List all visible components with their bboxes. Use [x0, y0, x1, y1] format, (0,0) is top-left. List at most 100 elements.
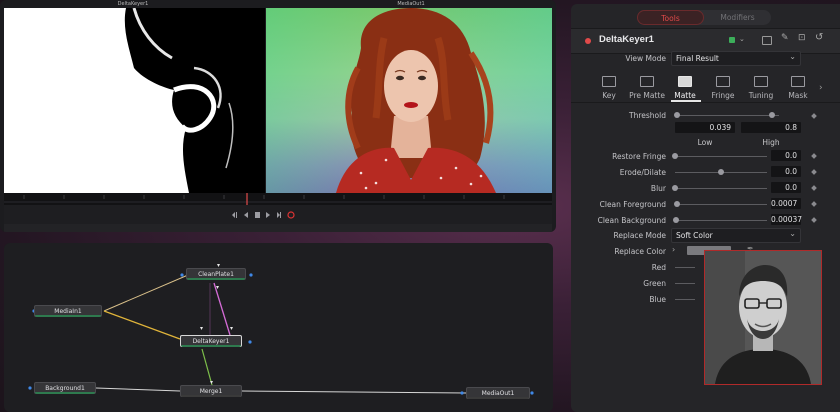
- subtab-key-label: Key: [602, 91, 616, 100]
- clean-background-slider[interactable]: [675, 220, 767, 221]
- mask-icon: [791, 76, 805, 87]
- restore-fringe-label: Restore Fringe: [612, 152, 666, 161]
- erode-dilate-label: Erode/Dilate: [619, 168, 666, 177]
- threshold-low-handle[interactable]: [674, 112, 680, 118]
- final-result-viewer[interactable]: [266, 8, 552, 193]
- red-label: Red: [651, 263, 666, 272]
- version-icon[interactable]: [762, 36, 772, 45]
- restore-fringe-slider-handle[interactable]: [672, 153, 678, 159]
- color-tag-icon[interactable]: [729, 37, 735, 43]
- replace-mode-label: Replace Mode: [613, 231, 667, 240]
- blur-slider[interactable]: [675, 188, 767, 189]
- view-mode-label: View Mode: [625, 54, 666, 63]
- restore-fringe-slider[interactable]: [675, 156, 767, 157]
- clean-foreground-slider[interactable]: [675, 204, 767, 205]
- clean-background-value[interactable]: 0.00037: [771, 214, 802, 225]
- blue-label: Blue: [649, 295, 666, 304]
- node-mediain[interactable]: MediaIn1: [34, 305, 102, 317]
- portrait-image: [336, 8, 496, 193]
- tuning-icon: [754, 76, 768, 87]
- key-icon: [602, 76, 616, 87]
- threshold-high-handle[interactable]: [769, 112, 775, 118]
- threshold-low-value[interactable]: 0.039: [675, 122, 735, 133]
- low-label: Low: [697, 138, 713, 147]
- viewer-panel: DeltaKeyer1 MediaOut1: [0, 0, 556, 232]
- chevron-down-icon[interactable]: ⌄: [739, 35, 745, 43]
- red-slider[interactable]: [675, 267, 695, 268]
- subtab-fringe-label: Fringe: [711, 91, 735, 100]
- matte-viewer[interactable]: [4, 8, 265, 193]
- pin-icon[interactable]: ✎: [781, 33, 789, 43]
- restore-fringe-value[interactable]: 0.0: [771, 150, 801, 161]
- node-cleanplate[interactable]: CleanPlate1: [186, 268, 246, 280]
- blur-value[interactable]: 0.0: [771, 182, 801, 193]
- viewer-left-title: DeltaKeyer1: [117, 1, 149, 7]
- replace-color-label: Replace Color: [614, 247, 666, 256]
- view-mode-value: Final Result: [676, 54, 719, 63]
- replace-mode-value: Soft Color: [676, 231, 713, 240]
- blur-slider-handle[interactable]: [672, 185, 678, 191]
- threshold-keyframe-icon[interactable]: [811, 113, 817, 119]
- threshold-high-value[interactable]: 0.8: [741, 122, 801, 133]
- chevron-right-icon[interactable]: ›: [819, 83, 823, 93]
- clean-background-label: Clean Background: [597, 216, 666, 225]
- high-label: High: [762, 138, 780, 147]
- erode-dilate-value[interactable]: 0.0: [771, 166, 801, 177]
- subtab-mask[interactable]: Mask: [776, 76, 820, 100]
- erode-dilate-slider-handle[interactable]: [718, 169, 724, 175]
- matte-icon: [678, 76, 692, 87]
- subtab-matte-label: Matte: [674, 91, 696, 100]
- view-mode-dropdown[interactable]: Final Result ⌄: [671, 51, 801, 66]
- erode-dilate-keyframe-icon[interactable]: [811, 169, 817, 175]
- pre-matte-icon: [640, 76, 654, 87]
- clean-background-keyframe-icon[interactable]: [811, 217, 817, 223]
- viewer-toolbar: [4, 224, 552, 232]
- node-deltakeyer-label: DeltaKeyer1: [192, 338, 230, 345]
- restore-fringe-keyframe-icon[interactable]: [811, 153, 817, 159]
- timeline-ticks: [4, 193, 552, 205]
- presenter-webcam: [704, 250, 822, 385]
- subtab-mask-label: Mask: [788, 91, 808, 100]
- node-background[interactable]: Background1: [34, 382, 96, 394]
- blur-keyframe-icon[interactable]: [811, 185, 817, 191]
- replace-mode-chevron-icon: ⌄: [789, 229, 796, 238]
- node-deltakeyer[interactable]: DeltaKeyer1: [180, 335, 242, 347]
- node-background-label: Background1: [45, 385, 85, 392]
- node-cleanplate-label: CleanPlate1: [198, 271, 234, 278]
- timeline-ruler[interactable]: [4, 193, 552, 205]
- blue-slider[interactable]: [675, 299, 695, 300]
- node-mediaout-label: MediaOut1: [481, 390, 515, 397]
- node-merge-label: Merge1: [199, 388, 223, 395]
- transport-controls: [4, 205, 552, 225]
- clean-foreground-value[interactable]: 0.0007: [771, 198, 801, 209]
- clean-foreground-keyframe-icon[interactable]: [811, 201, 817, 207]
- tab-tools[interactable]: Tools: [637, 10, 704, 25]
- fringe-icon: [716, 76, 730, 87]
- threshold-label: Threshold: [629, 111, 666, 120]
- subtab-tuning-label: Tuning: [748, 91, 774, 100]
- replace-mode-dropdown[interactable]: Soft Color ⌄: [671, 228, 801, 243]
- node-editor[interactable]: CleanPlate1 MediaIn1 DeltaKeyer1 Backgro…: [4, 243, 553, 412]
- subtab-active-underline: [671, 100, 701, 102]
- node-mediain-label: MediaIn1: [54, 308, 82, 315]
- subtab-bar: Key Pre Matte Matte Fringe Tuning Mask ›: [571, 70, 840, 103]
- inspector-tabs: Tools Modifiers: [637, 10, 771, 25]
- green-slider[interactable]: [675, 283, 695, 284]
- tool-enable-icon[interactable]: [585, 38, 591, 44]
- clean-foreground-label: Clean Foreground: [599, 200, 666, 209]
- expand-chevron-icon[interactable]: ›: [672, 245, 675, 254]
- subtab-pre-matte-label: Pre Matte: [629, 91, 665, 100]
- node-merge[interactable]: Merge1: [180, 385, 242, 397]
- clean-foreground-slider-handle[interactable]: [673, 201, 680, 207]
- matte-image: [4, 8, 234, 193]
- lock-icon[interactable]: ⊡: [798, 33, 806, 43]
- clean-background-slider-handle[interactable]: [672, 217, 679, 223]
- transport-icons: [232, 211, 295, 219]
- threshold-range-track[interactable]: [675, 115, 779, 116]
- tool-title: DeltaKeyer1: [599, 34, 654, 45]
- reset-icon[interactable]: ↺: [815, 32, 823, 43]
- node-mediaout[interactable]: MediaOut1: [466, 387, 530, 399]
- presenter-image: [705, 251, 821, 384]
- tab-modifiers[interactable]: Modifiers: [704, 10, 771, 25]
- view-mode-chevron-icon: ⌄: [789, 52, 796, 61]
